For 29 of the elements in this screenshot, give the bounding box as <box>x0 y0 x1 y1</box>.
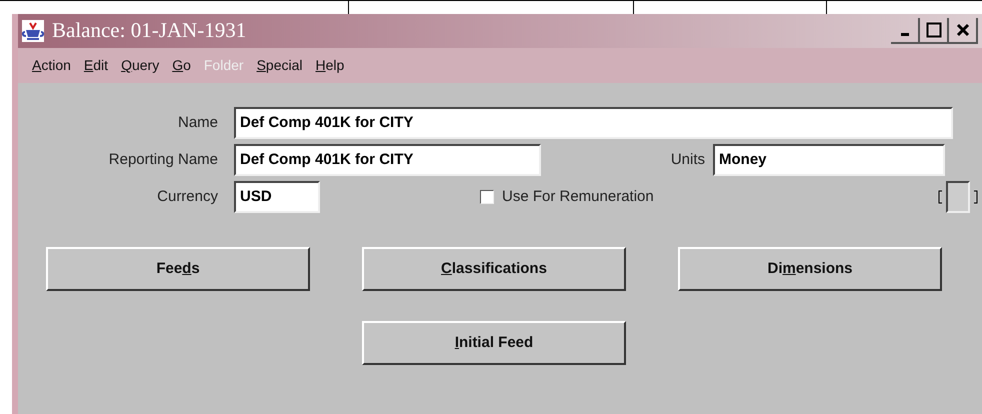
close-button[interactable] <box>949 18 978 44</box>
field-label: Name <box>176 112 218 133</box>
menu-item[interactable]: Action <box>32 55 71 76</box>
field-label: Reporting Name <box>108 150 218 170</box>
menu-item[interactable]: Query <box>121 55 160 76</box>
menu-item[interactable]: Go <box>172 55 191 76</box>
menu-item[interactable]: Edit <box>84 55 108 76</box>
maximize-icon <box>926 22 942 38</box>
action-button[interactable]: Classifications <box>362 247 626 291</box>
minimize-button[interactable] <box>891 18 920 44</box>
name-field[interactable]: Def Comp 401K for CITY <box>234 107 953 139</box>
units-field[interactable]: Money <box>713 144 945 176</box>
maximize-button[interactable] <box>920 18 949 44</box>
menu-item[interactable]: Special <box>256 55 302 76</box>
app-icon <box>22 20 44 42</box>
reporting-name-field[interactable]: Def Comp 401K for CITY <box>234 144 541 176</box>
checkbox[interactable] <box>480 190 494 204</box>
action-button[interactable]: Feeds <box>46 247 310 291</box>
window-title: Balance: 01-JAN-1931 <box>52 17 246 44</box>
flexfield-box[interactable] <box>946 181 970 213</box>
field-label: Units <box>670 150 705 170</box>
action-button[interactable]: Initial Feed <box>362 321 626 365</box>
checkbox-label: Use For Remuneration <box>502 186 654 207</box>
close-icon <box>956 23 970 37</box>
currency-field[interactable]: USD <box>234 181 320 213</box>
menu-item[interactable]: Help <box>316 55 344 76</box>
field-label: Currency <box>156 186 218 207</box>
action-button[interactable]: Dimensions <box>678 247 942 291</box>
minimize-icon <box>900 33 908 36</box>
